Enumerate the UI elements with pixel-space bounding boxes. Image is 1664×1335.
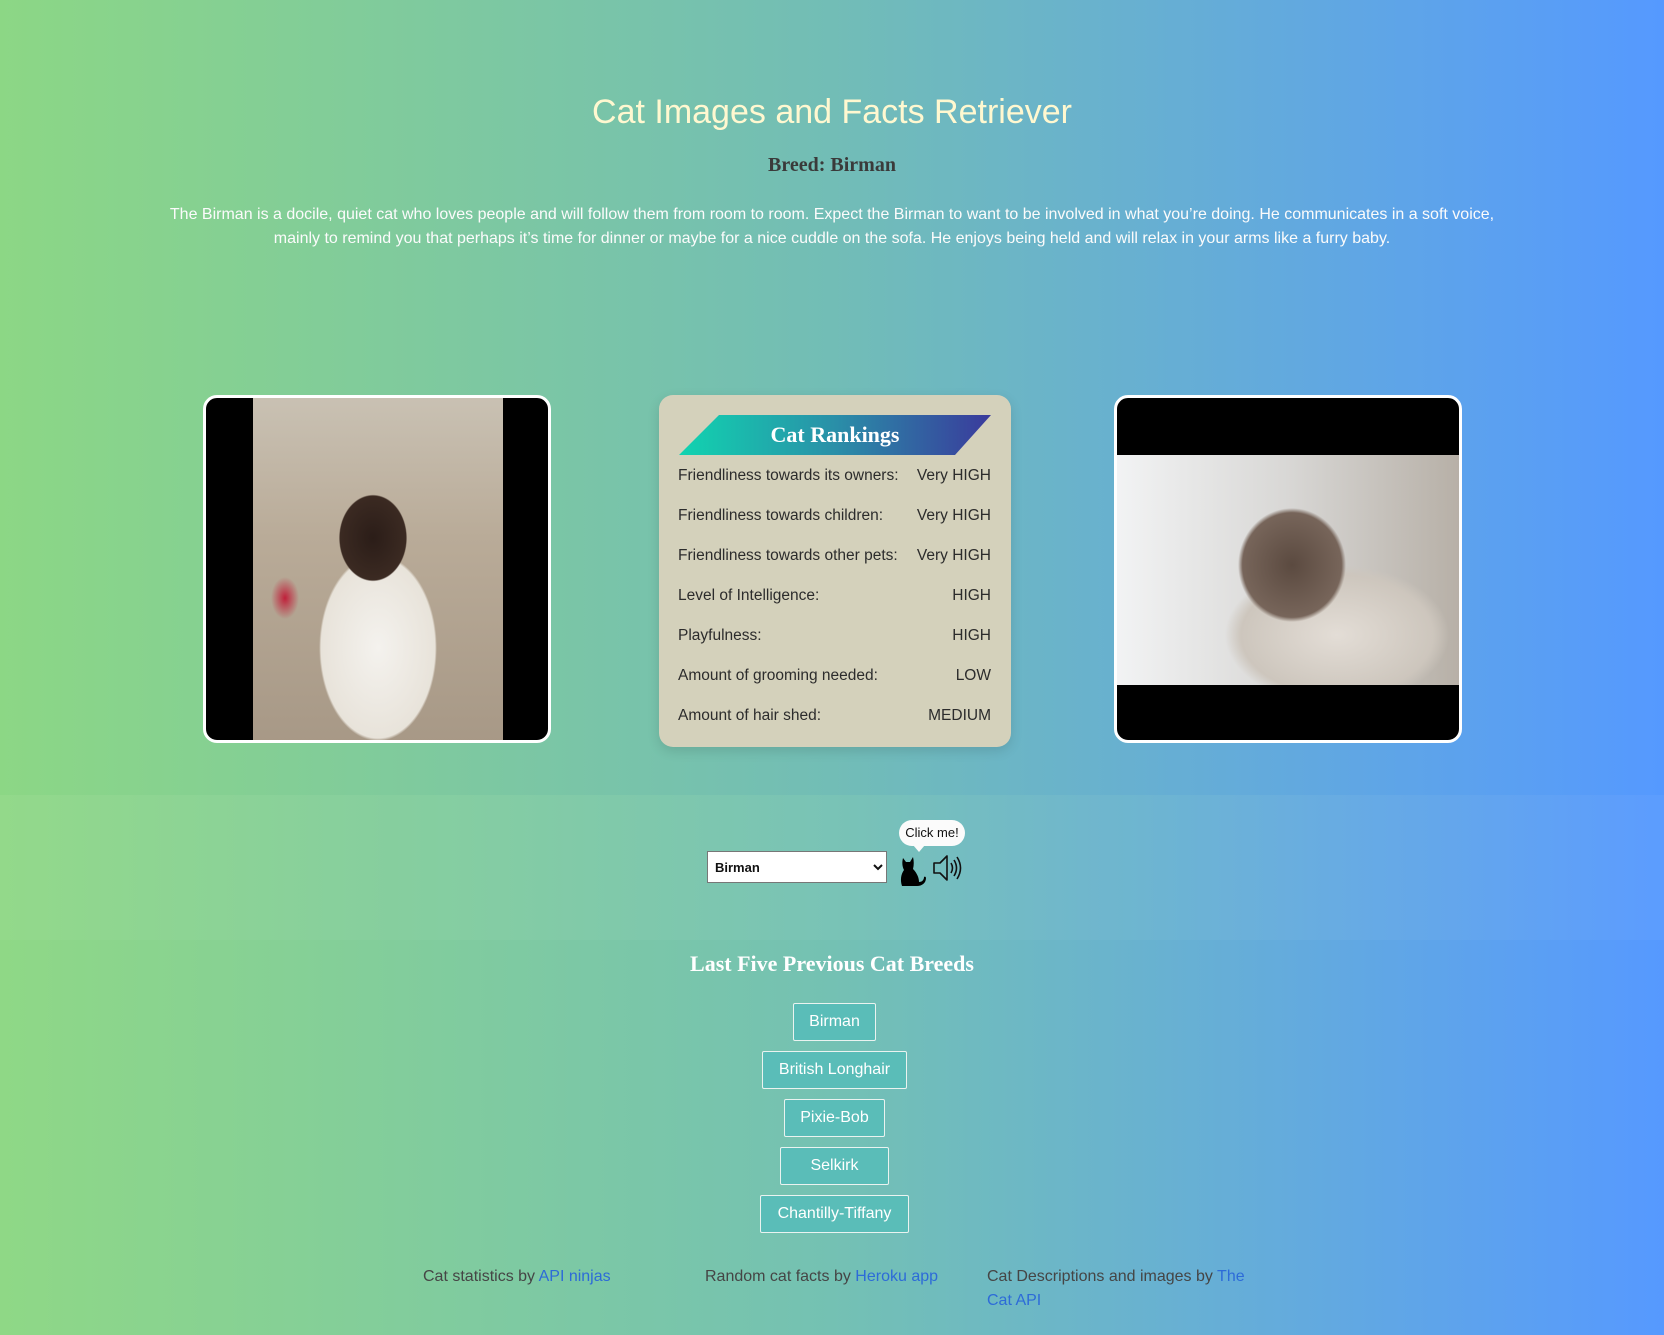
footer-stats-credit: Cat statistics by API ninjas xyxy=(423,1265,611,1289)
footer-facts-text: Random cat facts by xyxy=(705,1268,856,1285)
ranking-label: Amount of hair shed: xyxy=(678,707,822,724)
breed-heading: Breed: Birman xyxy=(768,154,896,176)
ranking-value: HIGH xyxy=(952,627,991,644)
footer-facts-credit: Random cat facts by Heroku app xyxy=(705,1265,938,1289)
ranking-label: Playfulness: xyxy=(678,627,762,644)
footer-desc-text: Cat Descriptions and images by xyxy=(987,1268,1218,1285)
cat-image-right xyxy=(1114,395,1462,743)
footer-stats-text: Cat statistics by xyxy=(423,1268,539,1285)
ranking-value: Very HIGH xyxy=(916,467,991,484)
cat-photo-left xyxy=(253,398,503,740)
cat-photo-right xyxy=(1117,455,1459,685)
ranking-row: Level of Intelligence: HIGH xyxy=(678,587,991,611)
ranking-value: HIGH xyxy=(952,587,991,604)
ranking-label: Friendliness towards children: xyxy=(678,507,884,524)
cat-icon[interactable] xyxy=(898,852,926,886)
ranking-row: Friendliness towards children: Very HIGH xyxy=(678,507,991,531)
ranking-label: Level of Intelligence: xyxy=(678,587,820,604)
ranking-value: Very HIGH xyxy=(916,507,991,524)
footer-desc-credit: Cat Descriptions and images by The Cat A… xyxy=(987,1265,1247,1313)
history-button-pixie-bob[interactable]: Pixie-Bob xyxy=(784,1099,885,1137)
ranking-row: Amount of grooming needed: LOW xyxy=(678,667,991,691)
ranking-value: LOW xyxy=(955,667,991,684)
ranking-row: Friendliness towards other pets: Very HI… xyxy=(678,547,991,571)
cat-rankings-card: Cat Rankings Friendliness towards its ow… xyxy=(659,395,1011,747)
history-button-british-longhair[interactable]: British Longhair xyxy=(762,1051,907,1089)
click-me-tooltip: Click me! xyxy=(899,820,965,852)
breed-select[interactable]: Birman xyxy=(707,851,887,883)
speaker-icon[interactable] xyxy=(932,853,962,883)
cat-image-left xyxy=(203,395,551,743)
rankings-title: Cat Rankings xyxy=(679,415,991,455)
history-button-chantilly-tiffany[interactable]: Chantilly-Tiffany xyxy=(760,1195,909,1233)
ranking-row: Playfulness: HIGH xyxy=(678,627,991,651)
ranking-label: Friendliness towards its owners: xyxy=(678,467,899,484)
page-title: Cat Images and Facts Retriever xyxy=(592,93,1072,131)
api-ninjas-link[interactable]: API ninjas xyxy=(539,1268,611,1285)
ranking-row: Amount of hair shed: MEDIUM xyxy=(678,707,991,731)
ranking-label: Friendliness towards other pets: xyxy=(678,547,898,564)
previous-breeds-title: Last Five Previous Cat Breeds xyxy=(690,951,974,976)
ranking-row: Friendliness towards its owners: Very HI… xyxy=(678,467,991,491)
ranking-value: Very HIGH xyxy=(916,547,991,564)
ranking-value: MEDIUM xyxy=(928,707,991,724)
breed-description: The Birman is a docile, quiet cat who lo… xyxy=(169,206,1495,247)
history-button-selkirk-rex[interactable]: Selkirk Rex xyxy=(780,1147,889,1210)
history-button-birman[interactable]: Birman xyxy=(793,1003,876,1041)
heroku-app-link[interactable]: Heroku app xyxy=(855,1268,938,1285)
ranking-label: Amount of grooming needed: xyxy=(678,667,878,684)
